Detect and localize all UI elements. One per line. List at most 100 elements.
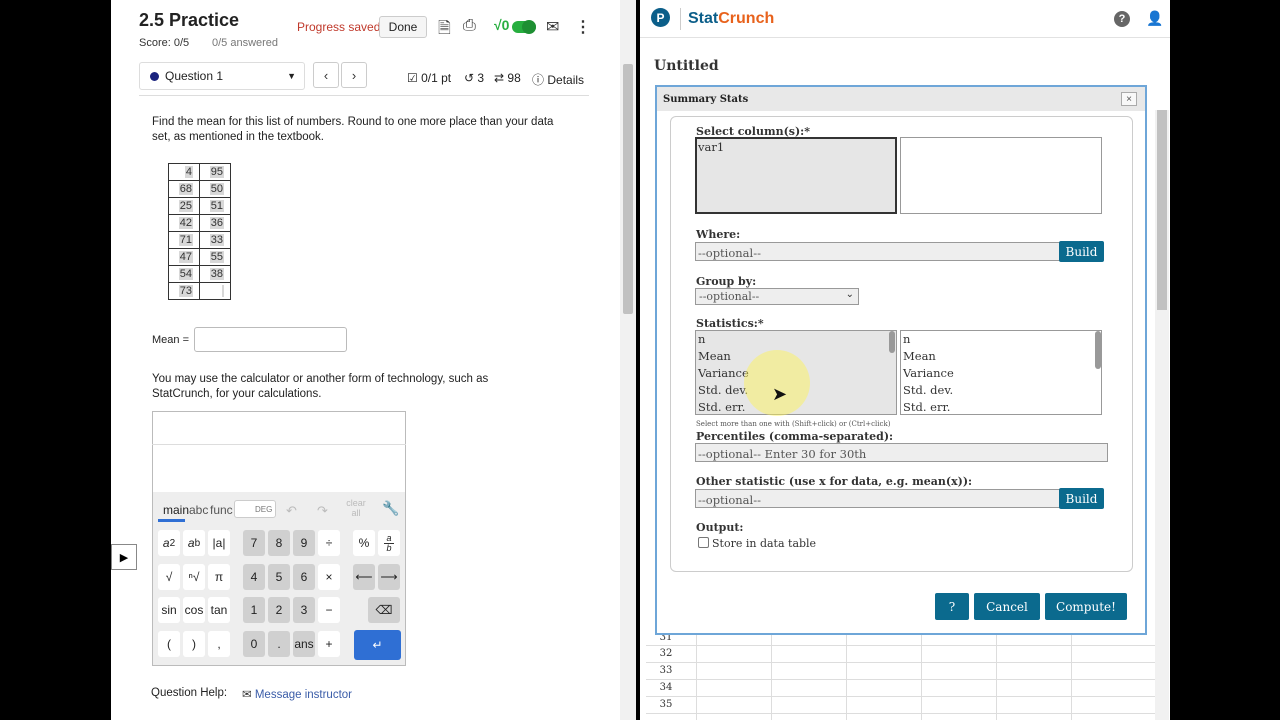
user-icon[interactable]: 👤 bbox=[1146, 10, 1163, 27]
percentiles-input[interactable]: --optional-- Enter 30 for 30th bbox=[695, 443, 1108, 462]
grid-scrollbar-thumb[interactable] bbox=[1157, 110, 1167, 310]
document-icon[interactable]: 🗎 bbox=[438, 17, 451, 44]
message-instructor-link[interactable]: ✉ Message instructor bbox=[242, 687, 352, 701]
selected-stat-std-err[interactable]: Std. err. bbox=[903, 399, 1101, 414]
store-checkbox[interactable] bbox=[698, 537, 709, 548]
cancel-button[interactable]: Cancel bbox=[974, 593, 1040, 620]
key-fraction[interactable]: ab bbox=[378, 530, 400, 556]
key-0[interactable]: 0 bbox=[243, 631, 265, 657]
key-pi[interactable]: π bbox=[208, 564, 230, 590]
mail-icon[interactable]: ✉ bbox=[546, 17, 559, 37]
key-1[interactable]: 1 bbox=[243, 597, 265, 623]
row-number: 33 bbox=[659, 665, 673, 676]
group-by-select[interactable]: --optional-- ⌄ bbox=[695, 288, 859, 305]
selected-statistics-list[interactable]: n Mean Variance Std. dev. Std. err. bbox=[900, 330, 1102, 415]
undo-key-icon[interactable]: ↶ bbox=[286, 503, 297, 519]
selected-stat-mean[interactable]: Mean bbox=[903, 348, 1101, 365]
key-5[interactable]: 5 bbox=[268, 564, 290, 590]
key-9[interactable]: 9 bbox=[293, 530, 315, 556]
key-percent[interactable]: % bbox=[353, 530, 375, 556]
other-statistic-input[interactable]: --optional-- bbox=[695, 489, 1061, 508]
print-icon[interactable]: ⎙ bbox=[463, 17, 476, 35]
deg-toggle[interactable]: DEG bbox=[234, 500, 276, 518]
data-value: 50 bbox=[209, 183, 224, 195]
data-value: 47 bbox=[178, 251, 193, 263]
key-right-arrow-icon[interactable]: ⟶ bbox=[378, 564, 400, 590]
key-sqrt[interactable]: √ bbox=[158, 564, 180, 590]
problem-text: Find the mean for this list of numbers. … bbox=[152, 116, 554, 143]
selected-column-list[interactable] bbox=[900, 137, 1102, 214]
key-sin[interactable]: sin bbox=[158, 597, 180, 623]
data-value: 38 bbox=[209, 268, 224, 280]
key-abs[interactable]: |a| bbox=[208, 530, 230, 556]
data-table-cell: 68 bbox=[168, 180, 200, 198]
key-nth-root[interactable]: ⁿ√ bbox=[183, 564, 205, 590]
data-table-cell: 4 bbox=[168, 163, 200, 181]
key-close-paren[interactable]: ) bbox=[183, 631, 205, 657]
status-dot-icon bbox=[150, 71, 159, 81]
key-decimal[interactable]: . bbox=[268, 631, 290, 657]
details-link[interactable]: ⓘ Details bbox=[532, 71, 584, 88]
key-comma[interactable]: , bbox=[208, 631, 230, 657]
data-value: 4 bbox=[184, 166, 193, 178]
math-toggle-switch[interactable] bbox=[512, 20, 536, 34]
data-value: 54 bbox=[178, 268, 193, 280]
next-question-button[interactable]: › bbox=[341, 62, 367, 88]
mean-input[interactable] bbox=[194, 327, 347, 352]
compute-button[interactable]: Compute! bbox=[1045, 593, 1127, 620]
tab-main[interactable]: main bbox=[163, 503, 189, 517]
where-build-button[interactable]: Build bbox=[1059, 241, 1104, 262]
done-button[interactable]: Done bbox=[379, 16, 427, 38]
selected-stat-n[interactable]: n bbox=[903, 331, 1101, 348]
calculator-note: You may use the calculator or another fo… bbox=[152, 373, 489, 400]
key-a-squared[interactable]: a2 bbox=[158, 530, 180, 556]
more-menu-icon[interactable]: ⋮ bbox=[575, 17, 591, 37]
key-2[interactable]: 2 bbox=[268, 597, 290, 623]
data-table-row: 42 36 bbox=[168, 214, 231, 232]
key-divide[interactable]: ÷ bbox=[318, 530, 340, 556]
key-7[interactable]: 7 bbox=[243, 530, 265, 556]
prev-question-button[interactable]: ‹ bbox=[313, 62, 339, 88]
column-item[interactable]: var1 bbox=[698, 140, 894, 154]
dialog-help-button[interactable]: ? bbox=[935, 593, 969, 620]
column-list[interactable]: var1 bbox=[695, 137, 897, 214]
enter-key-icon[interactable]: ↵ bbox=[354, 630, 401, 660]
key-3[interactable]: 3 bbox=[293, 597, 315, 623]
key-ans[interactable]: ans bbox=[293, 631, 315, 657]
selected-stat-std-dev[interactable]: Std. dev. bbox=[903, 382, 1101, 399]
data-table-cell: 38 bbox=[199, 265, 231, 283]
tab-func[interactable]: func bbox=[210, 503, 233, 517]
key-plus[interactable]: + bbox=[318, 631, 340, 657]
data-table-row: 71 33 bbox=[168, 231, 231, 249]
math-toggle-icon[interactable]: √0 bbox=[494, 17, 509, 33]
redo-key-icon[interactable]: ↷ bbox=[317, 503, 328, 519]
stat-item-n[interactable]: n bbox=[698, 331, 896, 348]
key-cos[interactable]: cos bbox=[183, 597, 205, 623]
key-multiply[interactable]: × bbox=[318, 564, 340, 590]
clear-all-key[interactable]: clear all bbox=[344, 498, 368, 518]
where-input[interactable]: --optional-- bbox=[695, 242, 1061, 261]
other-build-button[interactable]: Build bbox=[1059, 488, 1104, 509]
tab-abc[interactable]: abc bbox=[189, 503, 208, 517]
key-minus[interactable]: − bbox=[318, 597, 340, 623]
repeat-icon: ⇄ bbox=[494, 71, 505, 85]
key-4[interactable]: 4 bbox=[243, 564, 265, 590]
key-a-power[interactable]: ab bbox=[183, 530, 205, 556]
key-tan[interactable]: tan bbox=[208, 597, 230, 623]
key-left-arrow-icon[interactable]: ⟵ bbox=[353, 564, 375, 590]
expand-side-arrow-icon[interactable]: ▶ bbox=[111, 544, 137, 570]
left-scrollbar-thumb[interactable] bbox=[623, 64, 633, 314]
selected-stat-variance[interactable]: Variance bbox=[903, 365, 1101, 382]
divider bbox=[139, 95, 589, 96]
selected-stats-scroll-thumb[interactable] bbox=[1095, 331, 1101, 369]
close-icon[interactable]: × bbox=[1121, 92, 1137, 106]
stats-scroll-thumb[interactable] bbox=[889, 331, 895, 353]
help-icon[interactable]: ? bbox=[1114, 11, 1130, 27]
key-6[interactable]: 6 bbox=[293, 564, 315, 590]
row-number: 35 bbox=[659, 699, 673, 710]
backspace-icon[interactable]: ⌫ bbox=[368, 597, 400, 623]
key-8[interactable]: 8 bbox=[268, 530, 290, 556]
question-selector[interactable]: Question 1 ▼ bbox=[139, 62, 305, 90]
key-open-paren[interactable]: ( bbox=[158, 631, 180, 657]
wrench-icon[interactable]: 🔧 bbox=[382, 500, 399, 517]
